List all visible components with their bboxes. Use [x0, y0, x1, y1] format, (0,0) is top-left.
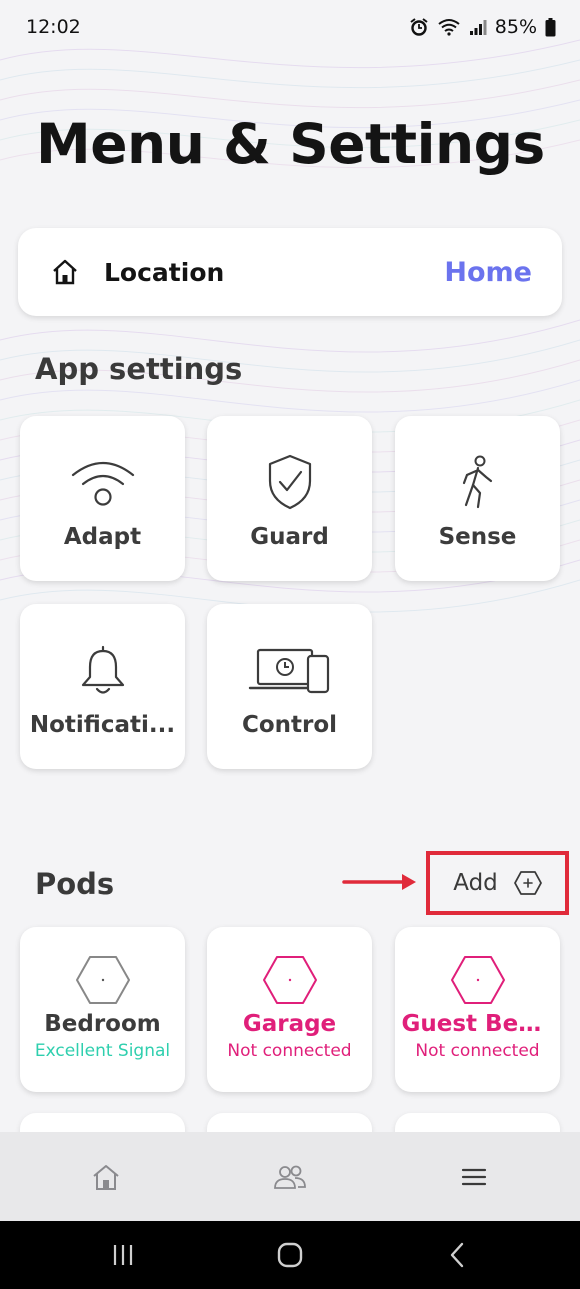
battery-percentage: 85%	[494, 16, 537, 38]
home-button[interactable]	[260, 1230, 320, 1280]
back-button[interactable]	[427, 1230, 487, 1280]
add-pod-label: Add	[453, 870, 498, 896]
nav-menu[interactable]	[444, 1147, 504, 1207]
pods-title: Pods	[35, 867, 115, 901]
alarm-icon	[410, 18, 428, 36]
tile-notifications[interactable]: Notificati...	[20, 604, 185, 769]
bottom-nav	[0, 1132, 580, 1221]
status-time: 12:02	[26, 16, 81, 38]
nav-home[interactable]	[76, 1147, 136, 1207]
tile-sense[interactable]: Sense	[395, 416, 560, 581]
tile-guard[interactable]: Guard	[207, 416, 372, 581]
wifi-icon	[71, 462, 134, 506]
tile-control[interactable]: Control	[207, 604, 372, 769]
menu-icon	[461, 1168, 487, 1185]
signal-icon	[469, 20, 487, 35]
add-pod-button[interactable]: Add	[426, 851, 569, 915]
nav-people[interactable]	[260, 1147, 320, 1207]
tile-control-label: Control	[241, 712, 338, 738]
pod-name: Bedroom	[44, 1011, 161, 1037]
pod-hexagon-icon	[450, 956, 505, 1004]
system-navigation-bar	[0, 1221, 580, 1289]
bell-icon	[81, 645, 124, 694]
status-icons: 85%	[409, 16, 556, 38]
app-settings-title: App settings	[35, 352, 243, 386]
tile-adapt[interactable]: Adapt	[20, 416, 185, 581]
tile-guard-label: Guard	[250, 524, 329, 550]
pod-card-bedroom[interactable]: Bedroom Excellent Signal	[20, 927, 185, 1092]
pod-status: Not connected	[415, 1041, 540, 1061]
tile-adapt-label: Adapt	[63, 524, 142, 550]
recents-icon	[114, 1245, 133, 1265]
pod-card-guest-bedroom[interactable]: Guest Bed... Not connected	[395, 927, 560, 1092]
pod-card-garage[interactable]: Garage Not connected	[207, 927, 372, 1092]
home-circle-icon	[277, 1242, 303, 1268]
status-bar: 12:02 85%	[0, 0, 580, 54]
pod-status: Excellent Signal	[34, 1041, 171, 1061]
pod-hexagon-icon	[75, 956, 130, 1004]
people-icon	[274, 1165, 306, 1189]
location-card[interactable]: Location Home	[18, 228, 562, 316]
shield-check-icon	[268, 454, 311, 510]
location-label: Location	[104, 257, 225, 287]
back-icon	[450, 1242, 463, 1268]
tile-sense-label: Sense	[438, 524, 517, 550]
annotation-arrow-icon	[342, 874, 416, 890]
recents-button[interactable]	[93, 1230, 153, 1280]
tile-notifications-label: Notificati...	[29, 712, 176, 738]
pod-name: Garage	[242, 1011, 337, 1037]
pod-name: Guest Bed...	[401, 1011, 554, 1037]
battery-icon	[545, 17, 556, 36]
location-value[interactable]: Home	[444, 257, 532, 288]
wifi-status-icon	[438, 19, 460, 36]
pod-hexagon-icon	[262, 956, 317, 1004]
home-icon	[93, 1164, 119, 1190]
laptop-phone-icon	[248, 648, 329, 694]
walking-person-icon	[462, 455, 492, 509]
pod-status: Not connected	[227, 1041, 352, 1061]
add-hexagon-icon	[513, 871, 542, 895]
page-title: Menu & Settings	[36, 112, 545, 176]
house-icon	[53, 259, 77, 285]
